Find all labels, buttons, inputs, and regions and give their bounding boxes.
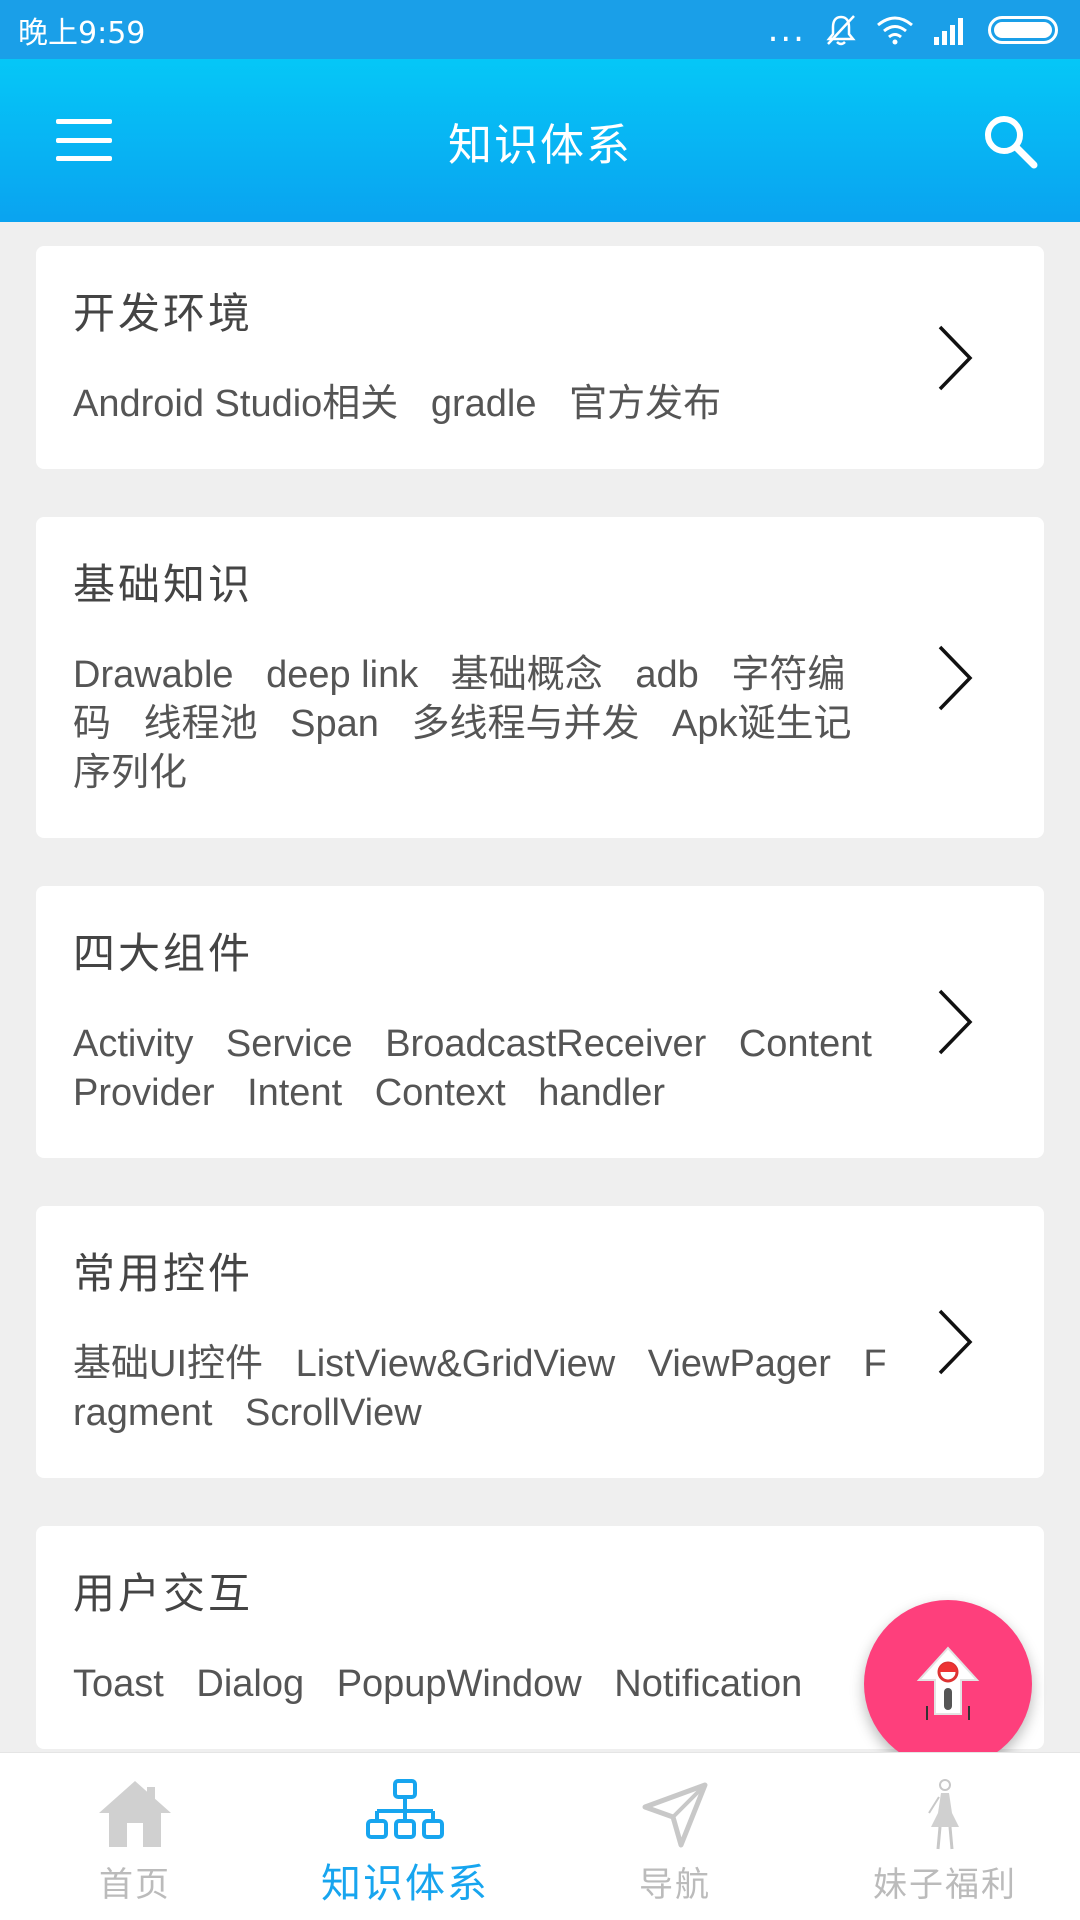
menu-icon-line <box>56 156 112 161</box>
chevron-right-icon <box>938 989 973 1055</box>
category-tag: 官方发布 <box>569 383 722 425</box>
category-tag: Notification <box>614 1663 803 1705</box>
category-tag: deep link <box>266 654 419 696</box>
status-icons: ... <box>768 13 1058 47</box>
category-tag: gradle <box>430 383 537 425</box>
hierarchy-icon <box>366 1779 444 1839</box>
nav-label: 知识体系 <box>321 1861 489 1907</box>
category-card[interactable]: 四大组件 Activity Service BroadcastReceiver C… <box>36 886 1044 1158</box>
category-tags: Drawable deep link 基础概念 adb 字符编码 线程池 Spa… <box>73 651 894 798</box>
category-title: 基础知识 <box>73 560 254 609</box>
category-tag: handler <box>538 1072 665 1114</box>
battery-icon <box>988 15 1058 44</box>
category-tags: Activity Service BroadcastReceiver Conte… <box>73 1020 894 1118</box>
category-tag: 线程池 <box>143 703 258 745</box>
category-tag: 基础概念 <box>450 654 603 696</box>
category-tag: Span <box>290 703 379 745</box>
category-tag: Service <box>225 1023 353 1065</box>
wifi-icon <box>877 16 913 44</box>
category-title: 四大组件 <box>73 929 254 978</box>
category-tag: Activity <box>73 1023 194 1065</box>
menu-icon-line <box>56 119 112 124</box>
category-tags: 基础UI控件 ListView&GridView ViewPager Fragm… <box>73 1340 894 1438</box>
category-tag: Dialog <box>196 1663 305 1705</box>
category-tag: ScrollView <box>244 1392 422 1434</box>
category-tag: Apk诞生记 <box>672 703 852 745</box>
category-tag: PopupWindow <box>336 1663 582 1705</box>
category-tag: Intent <box>247 1072 343 1114</box>
category-tag: Drawable <box>73 654 234 696</box>
category-card[interactable]: 基础知识 Drawable deep link 基础概念 adb 字符编码 线程池… <box>36 517 1044 838</box>
category-title: 用户交互 <box>73 1569 254 1618</box>
nav-item-home[interactable]: 首页 <box>0 1753 270 1920</box>
chevron-right-icon <box>938 1309 973 1375</box>
rocket-up-icon <box>916 1646 980 1720</box>
status-time: 晚上9:59 <box>18 15 146 51</box>
menu-icon-line <box>56 137 112 143</box>
mute-icon <box>826 14 856 45</box>
category-tag: Toast <box>73 1663 164 1705</box>
category-tag: Android Studio相关 <box>73 383 399 425</box>
category-tags: Android Studio相关 gradle 官方发布 <box>73 380 894 429</box>
category-title: 常用控件 <box>73 1249 254 1298</box>
signal-icon <box>934 17 963 45</box>
home-icon <box>99 1781 171 1847</box>
toolbar: 知识体系 <box>0 59 1080 222</box>
category-tag: ViewPager <box>647 1343 831 1385</box>
nav-item-navigation[interactable]: 导航 <box>540 1753 810 1920</box>
category-title: 开发环境 <box>73 289 254 338</box>
scroll-top-button[interactable] <box>864 1600 1032 1768</box>
menu-button[interactable] <box>56 119 112 161</box>
category-tag: BroadcastReceiver <box>385 1023 707 1065</box>
nav-label: 导航 <box>639 1865 711 1905</box>
category-tag: ListView&GridView <box>295 1343 616 1385</box>
navigation-icon <box>642 1782 708 1848</box>
bottom-nav: 首页 知识体系 导航 妹子福利 <box>0 1752 1080 1920</box>
girl-icon <box>928 1779 959 1850</box>
category-tag: 序列化 <box>73 752 188 794</box>
search-icon[interactable] <box>980 111 1040 171</box>
nav-item-girls[interactable]: 妹子福利 <box>810 1753 1080 1920</box>
category-list[interactable]: 开发环境 Android Studio相关 gradle 官方发布 基础知识 Dra… <box>0 222 1080 1752</box>
nav-label: 妹子福利 <box>873 1865 1017 1905</box>
page-title: 知识体系 <box>448 119 632 171</box>
category-card[interactable]: 常用控件基础UI控件 ListView&GridView ViewPager F… <box>36 1206 1044 1478</box>
category-tag: 多线程与并发 <box>411 703 640 745</box>
category-tag: Context <box>374 1072 506 1114</box>
category-card[interactable]: 开发环境 Android Studio相关 gradle 官方发布 <box>36 246 1044 469</box>
status-bar: 晚上9:59 ... <box>0 0 1080 59</box>
more-dots: ... <box>767 9 806 50</box>
chevron-right-icon <box>938 645 973 710</box>
nav-item-knowledge[interactable]: 知识体系 <box>270 1753 540 1920</box>
nav-label: 首页 <box>99 1865 171 1905</box>
category-tag: adb <box>635 654 699 696</box>
chevron-right-icon <box>938 325 973 390</box>
category-tag: 基础UI控件 <box>73 1343 264 1385</box>
category-tags: Toast Dialog PopupWindow Notification <box>73 1660 894 1709</box>
